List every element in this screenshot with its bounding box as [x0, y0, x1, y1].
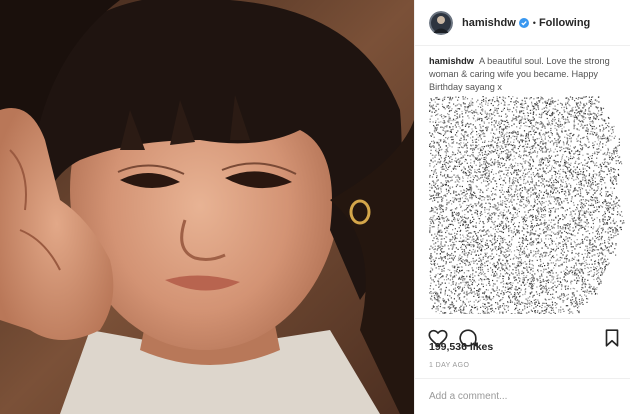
follow-separator: •: [532, 17, 536, 28]
instagram-post: hamishdw • Following hamishdw A beautifu…: [0, 0, 630, 414]
post-timestamp: 1 DAY AGO: [429, 362, 470, 369]
photo-child-portrait: [0, 0, 414, 414]
following-button[interactable]: Following: [539, 17, 590, 29]
post-side-panel: hamishdw • Following hamishdw A beautifu…: [414, 0, 630, 414]
avatar[interactable]: [429, 10, 453, 35]
add-comment-bar: [415, 378, 630, 414]
header-username[interactable]: hamishdw: [462, 17, 516, 29]
post-caption: hamishdw A beautiful soul. Love the stro…: [429, 55, 625, 94]
comment-input[interactable]: [429, 391, 619, 402]
bookmark-icon[interactable]: [601, 327, 623, 349]
caption-username[interactable]: hamishdw: [429, 56, 474, 66]
post-photo[interactable]: [0, 0, 414, 414]
verified-badge-icon: [518, 17, 529, 28]
redaction-noise: [429, 96, 625, 314]
post-header: hamishdw • Following: [415, 0, 630, 46]
redacted-comments-area: [429, 96, 625, 314]
like-count[interactable]: 199,536 likes: [429, 341, 493, 353]
